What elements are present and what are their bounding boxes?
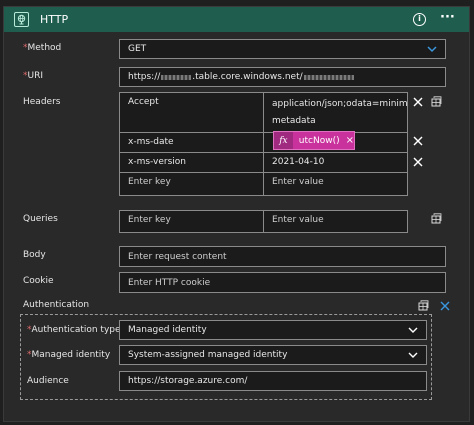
cookie-label: Cookie (23, 276, 54, 286)
card-title: HTTP (40, 13, 69, 26)
http-globe-icon (14, 12, 29, 27)
chevron-down-icon (427, 46, 437, 53)
body-input[interactable]: Enter request content (119, 246, 446, 267)
header-key-date[interactable]: x-ms-date (119, 132, 264, 153)
auth-type-select[interactable]: Managed identity (119, 320, 427, 340)
method-value: GET (128, 44, 147, 54)
audience-input[interactable]: https://storage.azure.com/ (119, 371, 427, 391)
uri-label: *URI (23, 71, 43, 81)
chevron-down-icon (408, 327, 418, 333)
body-label: Body (23, 250, 46, 260)
chevron-down-icon (408, 352, 418, 358)
switch-to-text-icon[interactable] (418, 300, 429, 311)
redacted-text (161, 74, 192, 80)
headers-label: Headers (23, 97, 61, 107)
card-header[interactable]: HTTP i ··· (4, 7, 469, 32)
authentication-label: Authentication (23, 300, 90, 310)
header-value-version[interactable]: 2021-04-10 (263, 152, 408, 173)
uri-input[interactable]: https://.table.core.windows.net/ (119, 67, 446, 87)
token-label: utcNow() (298, 135, 340, 146)
function-icon: fx (274, 132, 293, 149)
query-value-input[interactable]: Enter value (263, 210, 408, 233)
header-key-input[interactable]: Enter key (119, 172, 264, 196)
header-value-input[interactable]: Enter value (263, 172, 408, 196)
remove-header-icon[interactable] (413, 97, 423, 107)
token-remove-icon[interactable]: × (346, 135, 354, 146)
managed-identity-select[interactable]: System-assigned managed identity (119, 345, 427, 365)
method-label: *Method (23, 43, 62, 53)
remove-authentication-icon[interactable] (440, 301, 450, 311)
ellipsis-icon[interactable]: ··· (440, 10, 455, 25)
remove-header-icon[interactable] (413, 157, 423, 167)
auth-type-label: *Authentication type (27, 325, 121, 335)
managed-identity-label: *Managed identity (27, 350, 111, 360)
cookie-input[interactable]: Enter HTTP cookie (119, 272, 446, 293)
info-icon[interactable]: i (413, 13, 426, 26)
queries-label: Queries (23, 214, 58, 224)
expression-token[interactable]: fx utcNow() × (273, 131, 355, 150)
switch-to-text-icon[interactable] (431, 213, 442, 224)
remove-header-icon[interactable] (413, 136, 423, 146)
redacted-text (303, 74, 354, 80)
query-key-input[interactable]: Enter key (119, 210, 264, 233)
header-key-accept[interactable]: Accept (119, 92, 264, 133)
method-select[interactable]: GET (119, 39, 446, 59)
switch-to-text-icon[interactable] (431, 96, 442, 107)
header-key-version[interactable]: x-ms-version (119, 152, 264, 173)
audience-label: Audience (27, 376, 69, 386)
header-value-accept[interactable]: application/json;odata=minimal metadata (263, 92, 408, 133)
